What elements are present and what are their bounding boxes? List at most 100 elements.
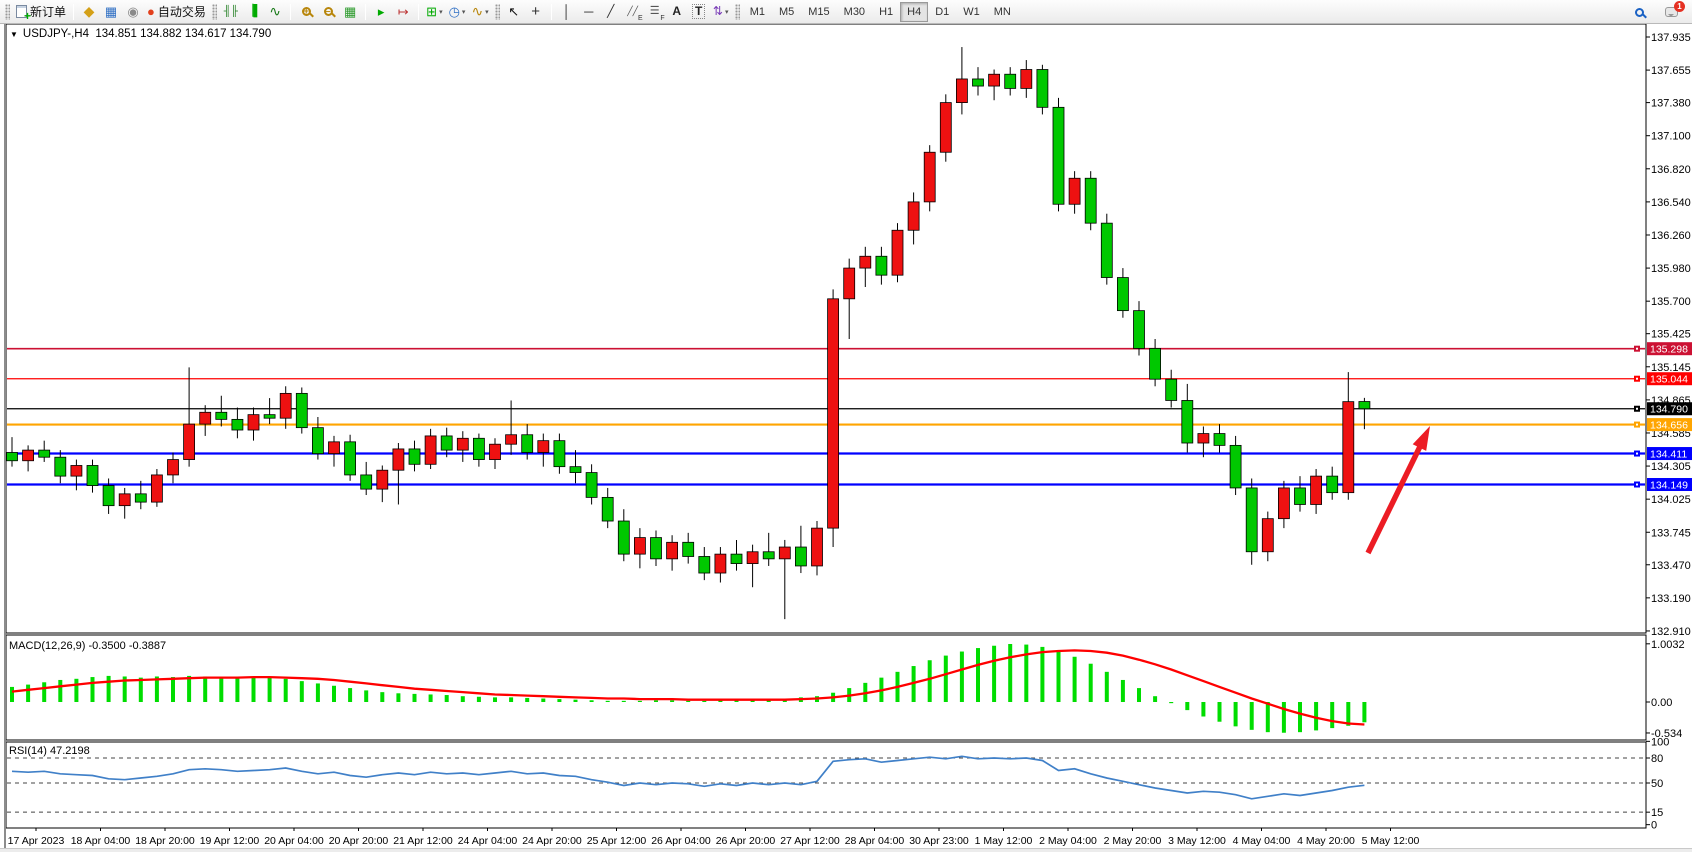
chart-shift-button[interactable]: ↦ xyxy=(392,2,414,22)
arrows-tool-button[interactable]: ⇅▾ xyxy=(710,2,732,22)
svg-text:133.745: 133.745 xyxy=(1651,527,1691,539)
timeframe-button-m5[interactable]: M5 xyxy=(772,2,801,22)
bar-chart-button[interactable]: ╢╟ xyxy=(220,2,242,22)
svg-text:4 May 20:00: 4 May 20:00 xyxy=(1297,835,1355,847)
arrows-tool-icon: ⇅ xyxy=(713,5,723,18)
crosshair-button[interactable]: + xyxy=(525,2,547,22)
cursor-button[interactable]: ↖ xyxy=(503,2,525,22)
timeframe-button-h4[interactable]: H4 xyxy=(900,2,928,22)
period-button[interactable]: ◷▾ xyxy=(446,2,469,22)
search-button[interactable] xyxy=(1628,2,1650,22)
price-axis: 137.935137.655137.380137.100136.820136.5… xyxy=(1646,32,1691,638)
horizontal-line-icon: ─ xyxy=(584,5,593,18)
rsi-indicator-label: RSI(14) 47.2198 xyxy=(9,745,90,757)
trendline-button[interactable]: ╱ xyxy=(600,2,622,22)
timeframe-button-m15[interactable]: M15 xyxy=(801,2,836,22)
equidistant-channel-button[interactable]: ╱╱E xyxy=(622,2,644,22)
svg-text:135.145: 135.145 xyxy=(1651,362,1691,374)
macd-indicator-label: MACD(12,26,9) -0.3500 -0.3887 xyxy=(9,640,166,652)
svg-text:27 Apr 12:00: 27 Apr 12:00 xyxy=(780,835,840,847)
svg-text:137.100: 137.100 xyxy=(1651,131,1691,143)
navigator-icon: ▦ xyxy=(105,5,117,18)
chart-dropdown-icon[interactable]: ▼ xyxy=(10,30,18,39)
line-chart-button[interactable]: ∿ xyxy=(264,2,286,22)
candlestick-chart-button[interactable]: ▕▌ xyxy=(242,2,264,22)
price-tag-134.790: 134.790 xyxy=(1647,402,1692,416)
price-chart-canvas[interactable]: 137.935137.655137.380137.100136.820136.5… xyxy=(0,24,1692,852)
zoom-in-button[interactable]: + xyxy=(295,2,317,22)
crosshair-icon: + xyxy=(531,5,540,18)
text-button[interactable]: A xyxy=(666,2,688,22)
notifications-button[interactable]: 1 xyxy=(1660,2,1682,22)
svg-text:1.0032: 1.0032 xyxy=(1651,639,1685,651)
bar-chart-icon: ╢╟ xyxy=(224,5,238,18)
timeframe-button-m1[interactable]: M1 xyxy=(743,2,772,22)
navigator-button[interactable]: ▦ xyxy=(100,2,122,22)
vertical-line-icon: │ xyxy=(563,5,571,18)
svg-text:135.425: 135.425 xyxy=(1651,329,1691,341)
svg-text:2 May 20:00: 2 May 20:00 xyxy=(1104,835,1162,847)
svg-text:137.935: 137.935 xyxy=(1651,32,1691,44)
new-chart-button[interactable]: ⊞▾ xyxy=(423,2,445,22)
notification-badge: 1 xyxy=(1674,1,1685,12)
rsi-panel[interactable] xyxy=(6,742,1646,828)
svg-text:15: 15 xyxy=(1651,807,1663,819)
new-order-button[interactable]: 新订单 xyxy=(13,2,69,22)
tile-windows-icon: ▦ xyxy=(344,5,356,18)
text-label-button[interactable]: T xyxy=(688,2,710,22)
time-axis: 17 Apr 202318 Apr 04:0018 Apr 20:0019 Ap… xyxy=(8,828,1420,847)
zoom-out-button[interactable]: – xyxy=(317,2,339,22)
search-icon xyxy=(1635,8,1644,17)
main-price-panel[interactable] xyxy=(6,24,1646,633)
svg-text:136.260: 136.260 xyxy=(1651,230,1691,242)
tile-windows-button[interactable]: ▦ xyxy=(339,2,361,22)
price-tag-135.044: 135.044 xyxy=(1647,372,1692,386)
svg-text:17 Apr 2023: 17 Apr 2023 xyxy=(8,835,65,847)
template-icon: ∿ xyxy=(471,5,483,18)
svg-text:21 Apr 12:00: 21 Apr 12:00 xyxy=(393,835,453,847)
auto-scroll-button[interactable]: ▸ xyxy=(370,2,392,22)
autotrading-button[interactable]: ●自动交易 xyxy=(144,2,209,22)
svg-text:28 Apr 04:00: 28 Apr 04:00 xyxy=(845,835,905,847)
timeframe-button-h1[interactable]: H1 xyxy=(872,2,900,22)
timeframe-button-d1[interactable]: D1 xyxy=(928,2,956,22)
main-toolbar: 新订单 ◆ ▦ ◉ ●自动交易 ╢╟ ▕▌ ∿ + – ▦ ▸ ↦ ⊞▾◷▾∿▾ ↖ + │ ─ ╱ ╱╱E☰FAT⇅… xyxy=(0,0,1692,24)
vertical-line-button[interactable]: │ xyxy=(556,2,578,22)
chart-symbol-period: USDJPY-,H4 xyxy=(23,28,89,40)
cursor-icon: ↖ xyxy=(508,5,519,18)
timeframe-button-m30[interactable]: M30 xyxy=(837,2,872,22)
zoom-in-icon: + xyxy=(302,7,311,16)
svg-text:137.655: 137.655 xyxy=(1651,65,1691,77)
chart-shift-icon: ↦ xyxy=(398,5,409,18)
sound-alert-button[interactable]: ◉ xyxy=(122,2,144,22)
market-watch-button[interactable]: ◆ xyxy=(78,2,100,22)
new-chart-icon: ⊞ xyxy=(426,5,437,18)
fibonacci-icon: ☰ xyxy=(650,5,660,18)
template-button[interactable]: ∿▾ xyxy=(468,2,491,22)
svg-text:3 May 12:00: 3 May 12:00 xyxy=(1168,835,1226,847)
svg-text:18 Apr 04:00: 18 Apr 04:00 xyxy=(71,835,131,847)
fibonacci-button[interactable]: ☰F xyxy=(644,2,666,22)
chart-window: ▼USDJPY-,H4 134.851 134.882 134.617 134.… xyxy=(0,24,1692,852)
svg-text:136.820: 136.820 xyxy=(1651,164,1691,176)
timeframe-button-w1[interactable]: W1 xyxy=(956,2,987,22)
svg-text:137.380: 137.380 xyxy=(1651,98,1691,110)
sound-alert-icon: ◉ xyxy=(127,5,138,18)
svg-text:0.00: 0.00 xyxy=(1651,697,1672,709)
equidistant-channel-icon: ╱╱ xyxy=(627,5,638,18)
svg-text:4 May 04:00: 4 May 04:00 xyxy=(1233,835,1291,847)
line-chart-icon: ∿ xyxy=(269,5,281,18)
window-left-border xyxy=(0,24,6,848)
svg-text:20 Apr 04:00: 20 Apr 04:00 xyxy=(264,835,324,847)
horizontal-line-button[interactable]: ─ xyxy=(578,2,600,22)
svg-text:133.470: 133.470 xyxy=(1651,560,1691,572)
timeframe-button-mn[interactable]: MN xyxy=(987,2,1018,22)
trendline-icon: ╱ xyxy=(607,5,614,18)
svg-text:134.305: 134.305 xyxy=(1651,461,1691,473)
svg-text:30 Apr 23:00: 30 Apr 23:00 xyxy=(909,835,969,847)
svg-text:50: 50 xyxy=(1651,778,1663,790)
svg-text:26 Apr 04:00: 26 Apr 04:00 xyxy=(651,835,711,847)
price-tag-134.656: 134.656 xyxy=(1647,418,1692,432)
zoom-out-icon: – xyxy=(324,7,333,16)
svg-text:1 May 12:00: 1 May 12:00 xyxy=(975,835,1033,847)
